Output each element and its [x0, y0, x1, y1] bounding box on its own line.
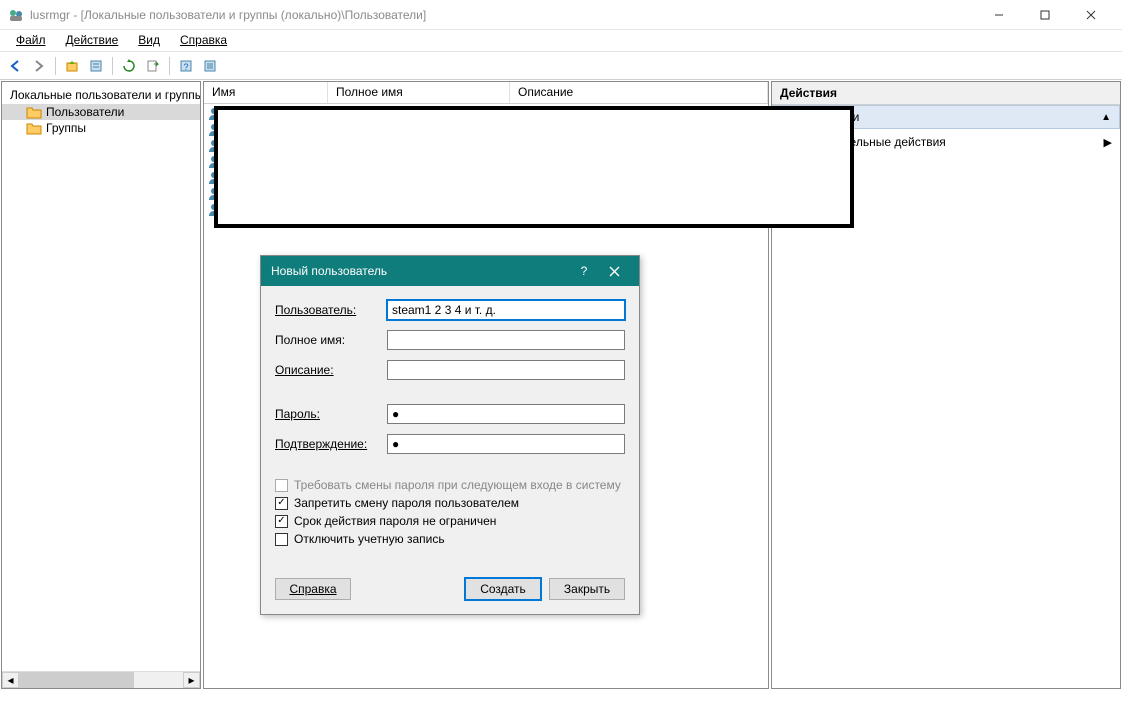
dialog-help-button[interactable]: ? [569, 256, 599, 286]
user-label: Пользователь: [275, 303, 387, 317]
scroll-left-icon[interactable]: ◂ [2, 672, 19, 688]
help-button[interactable]: Справка [275, 578, 351, 600]
column-description[interactable]: Описание [510, 82, 768, 103]
checkbox-no-expire[interactable]: Срок действия пароля не ограничен [275, 514, 625, 528]
tree-item-label: Группы [46, 121, 86, 135]
password-label: Пароль: [275, 407, 387, 421]
checkbox-disable[interactable]: Отключить учетную запись [275, 532, 625, 546]
tree-panel: Локальные пользователи и группы Пользова… [1, 81, 201, 689]
checkbox-label: Срок действия пароля не ограничен [294, 514, 496, 528]
checkbox-icon[interactable] [275, 533, 288, 546]
toolbar-separator [55, 57, 56, 75]
dialog-body: Пользователь: Полное имя: Описание: Паро… [261, 286, 639, 560]
forward-button[interactable] [28, 55, 50, 77]
titlebar: lusrmgr - [Локальные пользователи и груп… [0, 0, 1122, 30]
app-icon [8, 7, 24, 23]
checkbox-no-change[interactable]: Запретить смену пароля пользователем [275, 496, 625, 510]
svg-text:?: ? [183, 62, 188, 72]
list-body [204, 104, 768, 217]
confirm-input[interactable] [387, 434, 625, 454]
help-button[interactable]: ? [175, 55, 197, 77]
export-button[interactable] [142, 55, 164, 77]
column-name[interactable]: Имя [204, 82, 328, 103]
actions-header: Действия [772, 82, 1120, 105]
password-input[interactable] [387, 404, 625, 424]
up-button[interactable] [61, 55, 83, 77]
tree-item-users[interactable]: Пользователи [2, 104, 200, 120]
folder-icon [26, 121, 42, 135]
tree-root[interactable]: Локальные пользователи и группы [2, 86, 200, 104]
scroll-right-icon[interactable]: ▸ [183, 672, 200, 688]
checkbox-icon [275, 479, 288, 492]
checkbox-label: Запретить смену пароля пользователем [294, 496, 519, 510]
toolbar-separator [112, 57, 113, 75]
checkbox-label: Требовать смены пароля при следующем вхо… [294, 478, 621, 492]
window-title: lusrmgr - [Локальные пользователи и груп… [30, 8, 976, 22]
menu-help[interactable]: Справка [170, 30, 237, 51]
maximize-button[interactable] [1022, 0, 1068, 30]
tree-item-label: Пользователи [46, 105, 124, 119]
description-label: Описание: [275, 363, 387, 377]
menu-action[interactable]: Действие [56, 30, 129, 51]
dialog-titlebar: Новый пользователь ? [261, 256, 639, 286]
cancel-button[interactable]: Закрыть [549, 578, 625, 600]
menubar: Файл Действие Вид Справка [0, 30, 1122, 52]
refresh-button[interactable] [118, 55, 140, 77]
properties-button[interactable] [85, 55, 107, 77]
submenu-arrow-icon: ▶ [1104, 136, 1112, 149]
create-button[interactable]: Создать [465, 578, 541, 600]
fullname-label: Полное имя: [275, 333, 387, 347]
dialog-close-button[interactable] [599, 256, 629, 286]
user-input[interactable] [387, 300, 625, 320]
minimize-button[interactable] [976, 0, 1022, 30]
window-controls [976, 0, 1114, 30]
confirm-label: Подтверждение: [275, 437, 387, 451]
column-fullname[interactable]: Полное имя [328, 82, 510, 103]
tree-item-groups[interactable]: Группы [2, 120, 200, 136]
collapse-icon: ▲ [1101, 112, 1111, 123]
back-button[interactable] [4, 55, 26, 77]
description-input[interactable] [387, 360, 625, 380]
checkbox-icon[interactable] [275, 515, 288, 528]
fullname-input[interactable] [387, 330, 625, 350]
new-user-dialog: Новый пользователь ? Пользователь: Полно… [260, 255, 640, 615]
checkbox-icon[interactable] [275, 497, 288, 510]
checkbox-require-change: Требовать смены пароля при следующем вхо… [275, 478, 625, 492]
list-button[interactable] [199, 55, 221, 77]
horizontal-scrollbar[interactable]: ◂ ▸ [2, 671, 200, 688]
toolbar: ? [0, 52, 1122, 80]
dialog-footer: Справка Создать Закрыть [261, 560, 639, 614]
menu-file[interactable]: Файл [6, 30, 56, 51]
list-header: Имя Полное имя Описание [204, 82, 768, 104]
scroll-thumb[interactable] [19, 672, 134, 688]
toolbar-separator [169, 57, 170, 75]
folder-icon [26, 105, 42, 119]
checkbox-label: Отключить учетную запись [294, 532, 445, 546]
close-button[interactable] [1068, 0, 1114, 30]
dialog-title: Новый пользователь [271, 264, 569, 278]
menu-view[interactable]: Вид [128, 30, 170, 51]
tree-root-label: Локальные пользователи и группы [10, 88, 200, 102]
redacted-area [214, 106, 854, 228]
